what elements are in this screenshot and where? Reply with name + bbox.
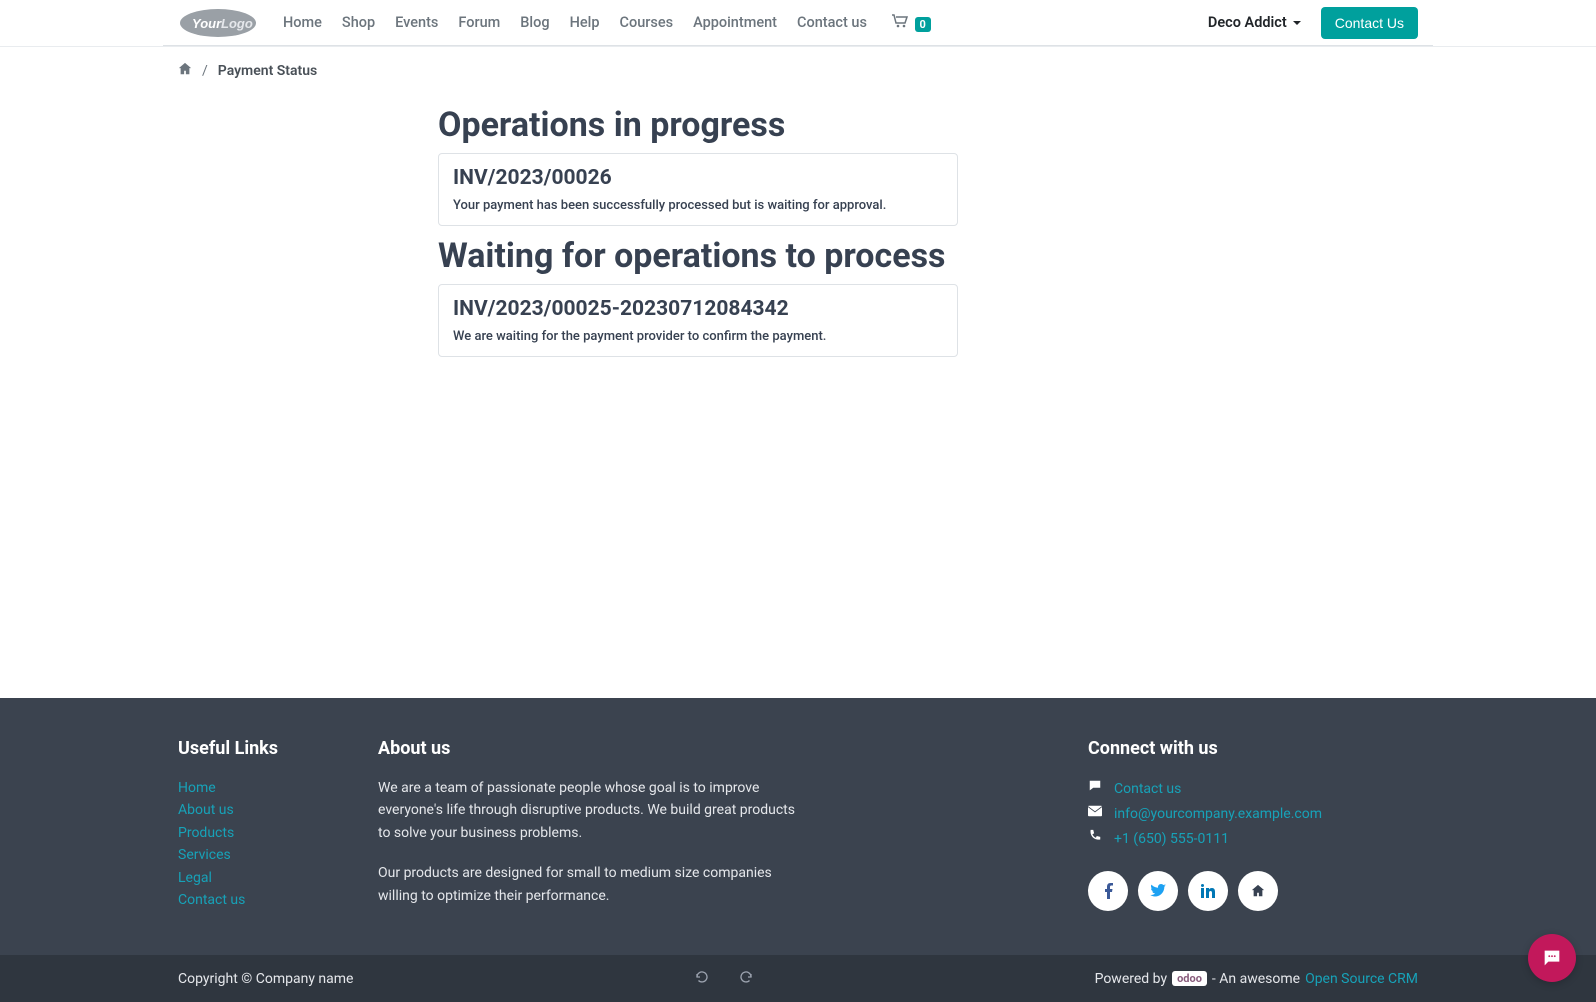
section-title-waiting: Waiting for operations to process [438,236,958,276]
user-dropdown[interactable]: Deco Addict [1198,6,1311,39]
nav-events[interactable]: Events [385,6,448,39]
breadcrumb-current: Payment Status [218,63,317,79]
cart-badge: 0 [915,17,931,32]
invoice-card: INV/2023/00026 Your payment has been suc… [438,153,958,226]
section-title-in-progress: Operations in progress [438,105,958,145]
user-name: Deco Addict [1208,14,1287,31]
nav-home[interactable]: Home [273,6,332,39]
contact-us-button[interactable]: Contact Us [1321,7,1418,39]
open-source-crm-link[interactable]: Open Source CRM [1305,971,1418,987]
linkedin-icon[interactable] [1188,871,1228,911]
nav-blog[interactable]: Blog [510,6,559,39]
footer-link-contact[interactable]: Contact us [178,892,245,908]
invoice-status-text: Your payment has been successfully proce… [453,198,943,213]
connect-email-link[interactable]: info@yourcompany.example.com [1114,802,1322,827]
undo-icon[interactable] [693,969,709,988]
cart-icon [892,14,908,28]
about-paragraph-1: We are a team of passionate people whose… [378,777,798,844]
svg-text:Your: Your [192,16,222,31]
nav-help[interactable]: Help [560,6,610,39]
about-paragraph-2: Our products are designed for small to m… [378,862,798,907]
cart-link[interactable]: 0 [882,6,941,40]
chevron-down-icon [1293,21,1301,25]
connect-heading: Connect with us [1088,738,1418,759]
powered-by-text: Powered by [1095,971,1168,987]
nav-appointment[interactable]: Appointment [683,6,787,39]
footer-link-home[interactable]: Home [178,780,216,796]
invoice-number: INV/2023/00025-20230712084342 [453,297,943,321]
invoice-status-text: We are waiting for the payment provider … [453,329,943,344]
nav-links: Home Shop Events Forum Blog Help Courses… [273,6,1198,40]
phone-icon [1088,827,1104,852]
breadcrumb: / Payment Status [178,62,1418,80]
nav-shop[interactable]: Shop [332,6,385,39]
invoice-card: INV/2023/00025-20230712084342 We are wai… [438,284,958,357]
footer-link-about[interactable]: About us [178,802,234,818]
nav-courses[interactable]: Courses [610,6,684,39]
invoice-number: INV/2023/00026 [453,166,943,190]
footer-link-products[interactable]: Products [178,825,234,841]
facebook-icon[interactable] [1088,871,1128,911]
svg-text:Logo: Logo [221,16,253,31]
about-heading: About us [378,738,798,759]
chat-bubble-button[interactable] [1528,934,1576,982]
redo-icon[interactable] [739,969,755,988]
twitter-icon[interactable] [1138,871,1178,911]
footer-link-legal[interactable]: Legal [178,870,212,886]
copyright-text: Copyright © Company name [178,971,353,987]
logo[interactable]: Your Logo [178,7,258,39]
useful-links-list: Home About us Products Services Legal Co… [178,777,348,911]
connect-contact-link[interactable]: Contact us [1114,777,1181,802]
speech-icon [1088,777,1104,802]
home-icon [178,62,192,76]
footer-link-services[interactable]: Services [178,847,231,863]
nav-contact[interactable]: Contact us [787,6,877,39]
nav-forum[interactable]: Forum [448,6,510,39]
envelope-icon [1088,802,1104,827]
breadcrumb-home[interactable] [178,62,192,80]
breadcrumb-separator: / [202,63,208,79]
chat-icon [1541,947,1563,969]
connect-phone-link[interactable]: +1 (650) 555-0111 [1114,827,1229,852]
powered-mid-text: - An awesome [1212,971,1300,987]
useful-links-heading: Useful Links [178,738,348,759]
home-social-icon[interactable] [1238,871,1278,911]
odoo-badge[interactable]: odoo [1172,971,1207,986]
